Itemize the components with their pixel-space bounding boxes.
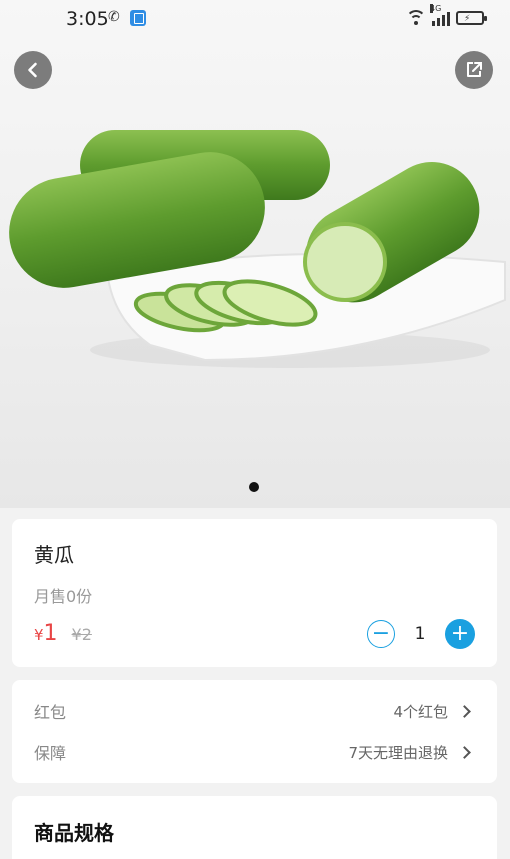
decrease-quantity-button[interactable]: − [367,620,395,648]
quantity-stepper: − 1 + [367,619,475,649]
notification-app-icon [130,10,146,26]
red-packet-value-group: 4个红包 [393,701,473,722]
spec-card: 商品规格 [12,796,497,859]
status-bar: 3:05 ✆ 4G ⚡ [0,0,510,40]
share-button[interactable] [455,51,493,89]
info-card: 红包 4个红包 保障 7天无理由退换 [12,680,497,783]
guarantee-value: 7天无理由退换 [348,743,448,762]
product-name: 黄瓜 [34,543,74,567]
status-time: 3:05 [66,8,109,30]
product-card: 黄瓜 月售0份 ¥1 ¥2 − 1 + [12,519,497,667]
plus-icon: + [450,621,470,646]
original-price: ¥2 [71,625,92,644]
missed-call-icon: ✆ [108,9,120,25]
red-packet-value: 4个红包 [393,702,448,721]
red-packet-row[interactable]: 红包 4个红包 [34,699,473,723]
price-value: 1 [43,621,58,646]
increase-quantity-button[interactable]: + [445,619,475,649]
minus-icon: − [371,621,391,646]
back-button[interactable] [14,51,52,89]
guarantee-row[interactable]: 保障 7天无理由退换 [34,740,473,764]
cucumber-photo [9,130,506,368]
product-image[interactable] [0,0,510,508]
carousel-indicator-dot [249,482,259,492]
chevron-right-icon [458,745,471,759]
guarantee-value-group: 7天无理由退换 [348,742,473,763]
status-icons: 4G ⚡ [406,4,487,28]
quantity-value: 1 [414,624,426,644]
chevron-right-icon [458,704,471,718]
share-icon [467,62,482,77]
monthly-sales: 月售0份 [34,587,93,606]
guarantee-label: 保障 [34,744,67,763]
wifi-icon [406,10,426,26]
red-packet-label: 红包 [34,703,67,722]
network-label: 4G [430,4,442,13]
signal-icon: 4G [430,4,450,26]
spec-title: 商品规格 [34,821,114,845]
battery-icon: ⚡ [456,11,487,25]
currency-symbol: ¥ [34,626,44,644]
back-icon [28,62,37,78]
price-group: ¥1 ¥2 [34,621,92,646]
current-price: ¥1 [34,621,58,646]
